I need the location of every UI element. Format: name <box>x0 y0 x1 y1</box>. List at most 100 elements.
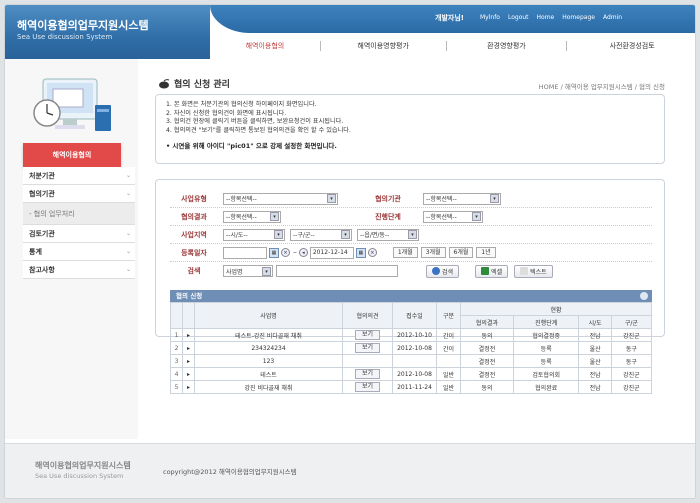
sidebar-title: 해역이용협의 <box>23 143 121 167</box>
cell-stage: 협의결정중 <box>512 328 580 342</box>
clear-icon[interactable]: × <box>367 248 377 257</box>
label-result: 협의결과 <box>181 212 207 221</box>
sidebar-item-stats[interactable]: 통계 ⌄ <box>23 243 135 261</box>
cell-result: 동의 <box>460 380 514 394</box>
top-link-myinfo[interactable]: Mylnfo <box>480 14 500 21</box>
table-row[interactable]: 3 ▸ 123 결정전 등록 울산 동구 <box>170 354 653 368</box>
result-select[interactable]: --항목선택-- ▾ <box>223 210 281 223</box>
keyword-field-select[interactable]: 사업명 ▾ <box>223 265 273 277</box>
chevron-down-icon: ⌄ <box>125 230 131 237</box>
col-result: 협의결과 <box>460 315 514 329</box>
table-row[interactable]: 5 ▸ 강진 비다골재 채취 보기 2011-11-24 일반 동의 협의완료 … <box>170 380 653 394</box>
nav-item-consult[interactable]: 해역이용협의 <box>210 41 320 51</box>
table-row[interactable]: 2 ▸ 234324234 보기 2012-10-08 간이 결정전 등록 울산… <box>170 341 653 355</box>
col-expand <box>182 302 195 329</box>
logo-title: 해역이용협의업무지원시스템 <box>17 19 149 32</box>
sidebar-item-reference[interactable]: 참고사항 ⌄ <box>23 261 135 279</box>
cell-sido: 전남 <box>578 328 612 342</box>
cell-biz[interactable]: 테스트-강진 비다골재 채취 <box>194 328 343 342</box>
prev-arrow-icon[interactable]: ◂ <box>298 248 308 257</box>
text-button[interactable]: 텍스트 <box>514 264 553 278</box>
cell-stage: 등록 <box>512 341 580 355</box>
top-link-admin[interactable]: Admin <box>603 14 622 21</box>
date-start-input[interactable] <box>223 246 267 259</box>
gugun-select[interactable]: --구/군-- ▾ <box>290 228 352 241</box>
logo-area[interactable]: 해역이용협의업무지원시스템 Sea Use discussion System <box>5 5 210 59</box>
row-number: 2 <box>170 341 183 355</box>
top-bar: 개발자님! Mylnfo Logout Home Homepage Admin <box>210 5 695 33</box>
biz-type-select[interactable]: --항목선택-- ▾ <box>223 192 338 205</box>
period-3m-button[interactable]: 3개월 <box>420 247 446 258</box>
search-row: 협의결과 --항목선택-- ▾ 진행단계 --항목선택-- ▾ <box>170 208 652 226</box>
cell-date: 2012-10-10 <box>392 328 437 342</box>
notice-box: 1. 본 화면은 처분기관의 협의신청 하이페이지 화면입니다. 2. 자신이 … <box>155 94 665 164</box>
top-link-home[interactable]: Home <box>537 14 555 21</box>
select-value: --읍/면/동-- <box>360 232 390 239</box>
notice-emphasis: • 시연을 위해 아이디 "pic01" 으로 강제 설정한 화면입니다. <box>166 142 337 151</box>
sido-select[interactable]: --시/도-- ▾ <box>223 228 285 241</box>
chevron-down-icon: ▾ <box>472 212 481 221</box>
search-grid: 사업유형 --항목선택-- ▾ 협의기관 --항목선택-- ▾ 협의결과 --항목선… <box>170 190 652 280</box>
period-6m-button[interactable]: 6개월 <box>448 247 474 258</box>
search-row: 검색 사업명 ▾ 검색 엑셀 텍스트 <box>170 262 652 280</box>
period-1m-button[interactable]: 1개월 <box>392 247 418 258</box>
cell-date <box>392 354 437 368</box>
cell-category: 간이 <box>436 328 461 342</box>
cell-sido: 전남 <box>578 367 612 381</box>
chevron-down-icon: ▾ <box>490 194 499 203</box>
chevron-down-icon: ⌄ <box>125 172 131 179</box>
excel-button[interactable]: 엑셀 <box>475 264 509 278</box>
gear-icon[interactable] <box>640 292 648 300</box>
view-opinion-button[interactable]: 보기 <box>354 343 381 353</box>
nav-item-sea-impact[interactable]: 해역이용영향평가 <box>321 41 446 51</box>
sidebar-subitem-consult-process[interactable]: - 협의 업무처리 <box>23 203 135 225</box>
nav-item-env-impact[interactable]: 환경영향평가 <box>447 41 567 51</box>
stage-select[interactable]: --항목선택-- ▾ <box>423 210 483 223</box>
clear-icon[interactable]: × <box>281 248 290 257</box>
cell-biz[interactable]: 123 <box>194 354 343 368</box>
document-icon <box>520 267 529 275</box>
period-1y-button[interactable]: 1년 <box>476 247 496 258</box>
label-agency: 협의기관 <box>375 194 401 203</box>
results-header: 협의 신청 <box>170 290 652 302</box>
cell-category: 일반 <box>436 380 461 394</box>
col-stage: 진행단계 <box>512 315 580 329</box>
table-row[interactable]: 4 ▸ 테스트 보기 2012-10-08 일반 결정전 검토협의회 전남 강진… <box>170 367 653 381</box>
sidebar-item-disposal[interactable]: 처분기관 ⌄ <box>23 167 135 185</box>
calendar-icon[interactable]: ▦ <box>355 247 366 258</box>
expand-arrow-icon[interactable]: ▸ <box>182 341 195 355</box>
chevron-down-icon: ⌄ <box>125 266 131 273</box>
calendar-icon[interactable]: ▦ <box>269 247 279 258</box>
cell-biz[interactable]: 234324234 <box>194 341 343 355</box>
select-value: 사업명 <box>226 268 243 276</box>
keyword-input[interactable] <box>276 265 398 277</box>
dong-select[interactable]: --읍/면/동-- ▾ <box>357 228 419 241</box>
sidebar-item-review[interactable]: 검토기관 ⌄ <box>23 225 135 243</box>
expand-arrow-icon[interactable]: ▸ <box>182 380 195 394</box>
label-keyword: 검색 <box>187 267 201 275</box>
view-opinion-button[interactable]: 보기 <box>354 369 381 379</box>
table-row[interactable]: 1 ▸ 테스트-강진 비다골재 채취 보기 2012-10-10 간이 동의 협… <box>170 328 653 342</box>
label-stage: 진행단계 <box>375 212 401 221</box>
col-num <box>170 302 183 329</box>
date-end-input[interactable]: 2012-12-14 <box>309 246 354 259</box>
view-opinion-button[interactable]: 보기 <box>354 382 381 392</box>
page-frame: 해역이용협의업무지원시스템 Sea Use discussion System … <box>4 4 696 499</box>
view-opinion-button[interactable]: 보기 <box>354 330 381 340</box>
row-number: 1 <box>170 328 183 342</box>
cell-biz[interactable]: 강진 비다골재 채취 <box>194 380 343 394</box>
cell-result: 결정전 <box>460 341 514 355</box>
expand-arrow-icon[interactable]: ▸ <box>182 328 195 342</box>
top-link-homepage[interactable]: Homepage <box>562 14 595 21</box>
expand-arrow-icon[interactable]: ▸ <box>182 354 195 368</box>
sidebar-item-consult-agency[interactable]: 협의기관 ⌄ <box>23 185 135 203</box>
sidebar-item-label: 협의기관 <box>29 189 55 198</box>
cell-date: 2011-11-24 <box>392 380 437 394</box>
top-link-logout[interactable]: Logout <box>508 14 529 21</box>
expand-arrow-icon[interactable]: ▸ <box>182 367 195 381</box>
nav-item-pre-review[interactable]: 사전환경성검토 <box>567 41 695 51</box>
chevron-down-icon: ▾ <box>270 212 279 221</box>
search-button[interactable]: 검색 <box>426 264 460 278</box>
cell-biz[interactable]: 테스트 <box>194 367 343 381</box>
agency-select[interactable]: --항목선택-- ▾ <box>423 192 501 205</box>
